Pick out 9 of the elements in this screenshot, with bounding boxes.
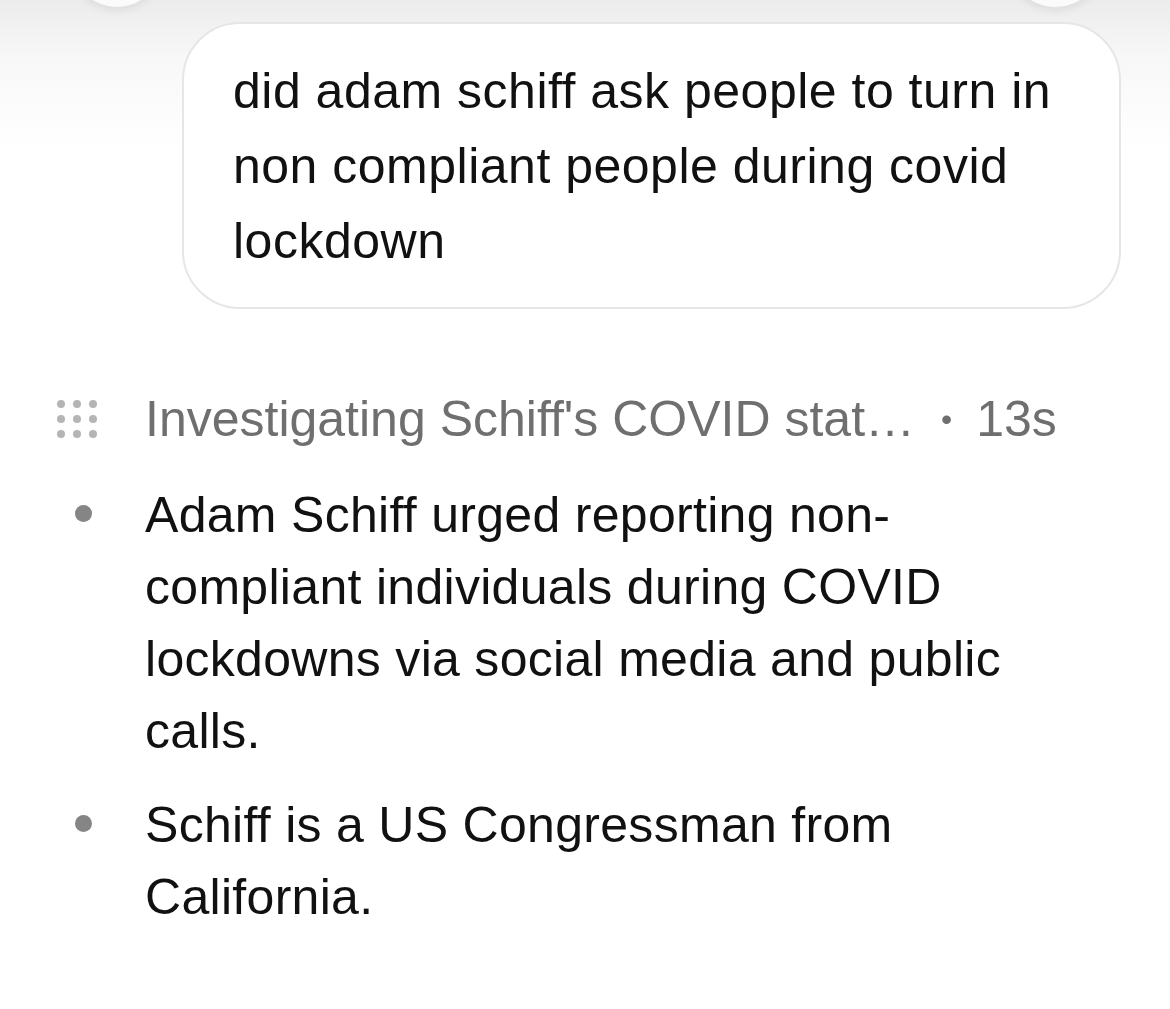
message-text: did adam schiff ask people to turn in non compliant people during covid lockdown bbox=[233, 62, 1053, 271]
status-label: Investigating Schiff's COVID stat… bbox=[145, 393, 916, 445]
bullet-text: Adam Schiff urged reporting non-compliant individuals during COVID lockdowns via social media and public calls. bbox=[145, 486, 1002, 761]
bullet-text: Schiff is a US Congressman from California. bbox=[145, 796, 894, 927]
dot-grid-icon bbox=[57, 400, 97, 438]
separator-dot: • bbox=[941, 400, 953, 439]
bullet-icon bbox=[75, 815, 92, 832]
bullet-icon bbox=[75, 505, 92, 522]
elapsed-time: 13s bbox=[976, 393, 1057, 445]
